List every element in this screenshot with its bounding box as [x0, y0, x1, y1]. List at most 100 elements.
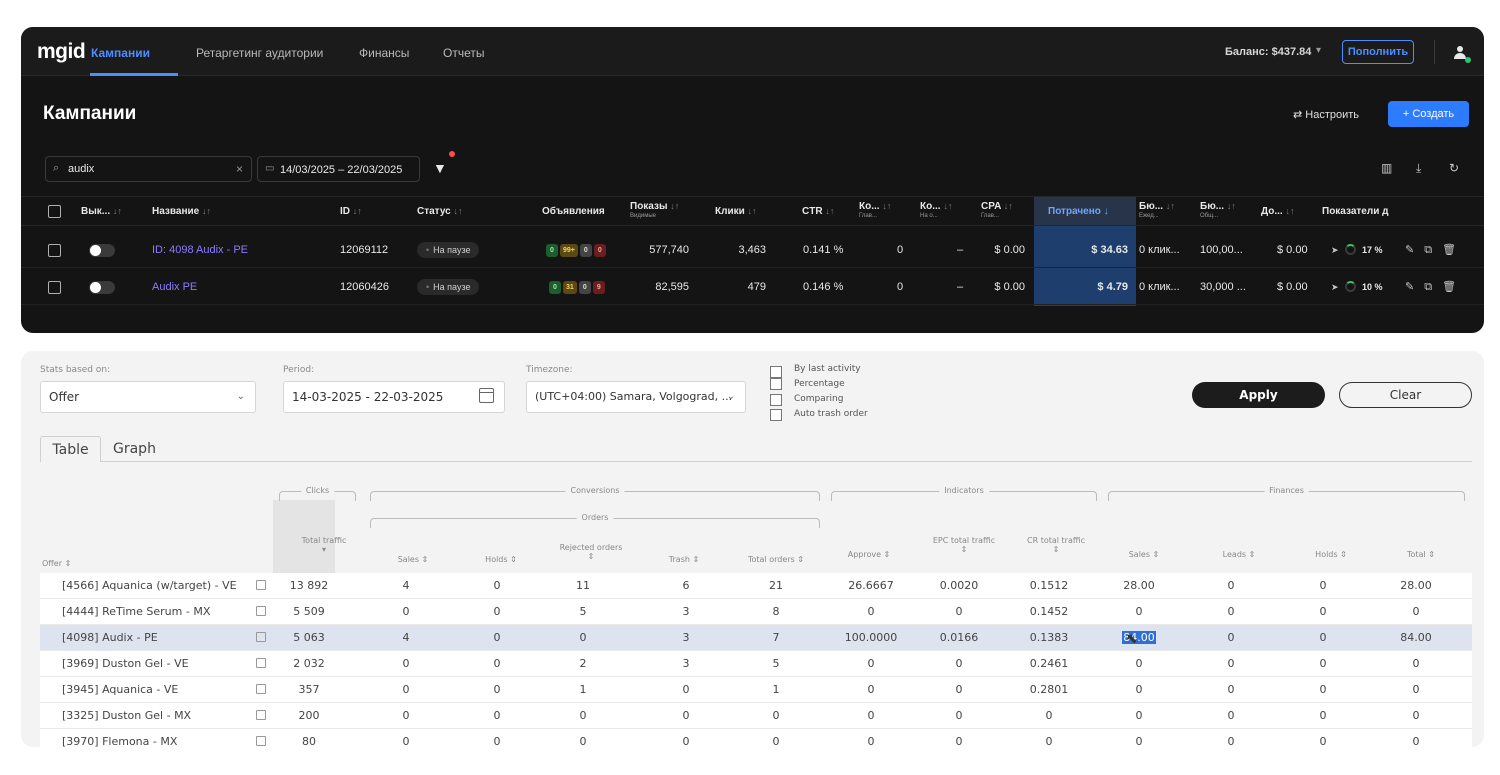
- date-range-picker[interactable]: ▭ 14/03/2025 – 22/03/2025: [257, 156, 420, 182]
- ctr-value: 0.141 %: [803, 244, 844, 256]
- col-impressions[interactable]: Показы ↓↑ Видимые: [630, 201, 679, 219]
- table-row[interactable]: [3945] Aquanica - VE 357 0 0 1 0 1 0 0 0.2801 0 0 0 0: [40, 677, 1472, 703]
- trash-icon[interactable]: 🗑: [1442, 281, 1466, 293]
- nav-retargeting[interactable]: Ретаргетинг аудитории: [196, 46, 323, 60]
- auto-trash-checkbox[interactable]: [770, 409, 782, 421]
- col-holds[interactable]: Holds ⇕: [471, 555, 531, 564]
- col-total-traffic[interactable]: Total traffic ▾: [291, 536, 357, 554]
- row-checkbox[interactable]: [48, 244, 61, 257]
- table-row[interactable]: [3969] Duston Gel - VE 2 032 0 0 2 3 5 0 0 0.2461…: [40, 651, 1472, 677]
- col-offer[interactable]: Offer ⇕: [42, 559, 71, 568]
- col-conversions-other[interactable]: Ко... ↓↑ На о...: [920, 201, 952, 219]
- col-conversions-main[interactable]: Ко... ↓↑ Глав...: [859, 201, 891, 219]
- table-row[interactable]: [4098] Audix - PE 5 063 4 0 0 3 7 100.0000 0.016…: [40, 625, 1472, 651]
- stats-based-select[interactable]: Offer ⌄: [40, 381, 256, 413]
- clicks-value: 479: [747, 281, 766, 293]
- col-ads[interactable]: Объявления: [542, 206, 605, 217]
- col-name[interactable]: Название ↓↑: [152, 206, 211, 217]
- col-trash[interactable]: Trash ⇕: [654, 555, 714, 564]
- tab-table[interactable]: Table: [40, 436, 101, 462]
- create-button[interactable]: + Создать: [1388, 101, 1469, 127]
- apply-button[interactable]: Apply: [1192, 382, 1325, 408]
- col-ctr[interactable]: CTR ↓↑: [802, 206, 834, 217]
- col-rejected-orders[interactable]: Rejected orders ⇕: [551, 543, 631, 561]
- campaign-name-link[interactable]: Audix PE: [152, 281, 197, 293]
- col-total-orders[interactable]: Total orders ⇕: [736, 555, 816, 564]
- col-budget-daily[interactable]: Бю... ↓↑ Ежед...: [1139, 201, 1175, 219]
- campaign-toggle[interactable]: [89, 281, 115, 294]
- refresh-icon[interactable]: ↻: [1449, 161, 1459, 175]
- timezone-label: Timezone:: [526, 365, 573, 375]
- table-row[interactable]: [3970] Flemona - MX 80 0 0 0 0 0 0 0 0 0 0 0 0: [40, 729, 1472, 747]
- select-all-checkbox[interactable]: [48, 205, 61, 218]
- budget-total-value[interactable]: 30,000 ...: [1200, 281, 1246, 293]
- comparing-checkbox[interactable]: [770, 394, 782, 406]
- tab-graph[interactable]: Graph: [113, 436, 156, 462]
- configure-button[interactable]: ⇄ Настроить: [1293, 108, 1359, 121]
- col-epc[interactable]: EPC total traffic ⇕: [924, 536, 1004, 554]
- col-sales[interactable]: Sales ⇕: [383, 555, 443, 564]
- col-spent[interactable]: Потрачено ↓: [1048, 206, 1109, 217]
- budget-daily-value[interactable]: 0 клик...: [1139, 244, 1180, 256]
- campaign-name-link[interactable]: ID: 4098 Audix - PE: [152, 244, 248, 256]
- col-finance-leads[interactable]: Leads ⇕: [1209, 550, 1269, 559]
- period-input[interactable]: 14-03-2025 - 22-03-2025: [283, 381, 505, 413]
- external-link-icon[interactable]: [256, 658, 266, 668]
- external-link-icon[interactable]: [256, 736, 266, 746]
- trash-icon[interactable]: 🗑: [1442, 244, 1466, 256]
- campaign-row[interactable]: Audix PE 12060426 На паузе 03109 82,595 …: [21, 269, 1484, 305]
- chevron-down-icon[interactable]: ▾: [1316, 45, 1321, 56]
- by-last-activity-checkbox[interactable]: [770, 366, 782, 378]
- topup-button[interactable]: Пополнить: [1342, 40, 1414, 64]
- cell-f-leads: 0: [1227, 657, 1235, 670]
- budget-daily-value[interactable]: 0 клик...: [1139, 281, 1180, 293]
- col-approve[interactable]: Approve ⇕: [839, 550, 899, 559]
- ads-counters[interactable]: 0 99+ 0 0: [546, 244, 606, 257]
- budget-total-value[interactable]: 100,00...: [1200, 244, 1243, 256]
- search-input[interactable]: ⌕ audix ×: [45, 156, 252, 182]
- cpa-value: $ 0.00: [994, 244, 1025, 256]
- columns-icon[interactable]: ▥: [1381, 161, 1392, 175]
- external-link-icon[interactable]: [256, 606, 266, 616]
- table-row[interactable]: [4444] ReTime Serum - MX 5 509 0 0 5 3 8 0 0 0.14…: [40, 599, 1472, 625]
- col-enabled[interactable]: Вык... ↓↑: [81, 206, 122, 217]
- col-finance-total[interactable]: Total ⇕: [1391, 550, 1451, 559]
- copy-icon[interactable]: ⧉: [1424, 244, 1442, 256]
- col-cpa[interactable]: CPA ↓↑ Глав...: [981, 201, 1013, 219]
- external-link-icon[interactable]: [256, 580, 266, 590]
- external-link-icon[interactable]: [256, 632, 266, 642]
- mgid-logo[interactable]: mgid: [37, 40, 86, 64]
- filter-icon[interactable]: ▼: [433, 160, 447, 176]
- nav-reports[interactable]: Отчеты: [443, 46, 484, 60]
- campaign-row[interactable]: ID: 4098 Audix - PE 12069112 На паузе 09…: [21, 232, 1484, 268]
- table-row[interactable]: [4566] Aquanica (w/target) - VE 13 892 4 0 1…: [40, 573, 1472, 599]
- col-income[interactable]: До... ↓↑: [1261, 206, 1294, 217]
- nav-campaigns[interactable]: Кампании: [91, 46, 150, 60]
- col-cr[interactable]: CR total traffic ⇕: [1016, 536, 1096, 554]
- col-budget-total[interactable]: Бю... ↓↑ Общ...: [1200, 201, 1236, 219]
- col-finance-holds[interactable]: Holds ⇕: [1301, 550, 1361, 559]
- balance-display[interactable]: Баланс: $437.84: [1225, 46, 1311, 58]
- col-id[interactable]: ID ↓↑: [340, 206, 362, 217]
- close-icon[interactable]: ×: [236, 162, 243, 176]
- external-link-icon[interactable]: [256, 684, 266, 694]
- external-link-icon[interactable]: [256, 710, 266, 720]
- nav-finance[interactable]: Финансы: [359, 46, 409, 60]
- calendar-icon[interactable]: [479, 388, 494, 403]
- clear-button[interactable]: Clear: [1339, 382, 1472, 408]
- ads-counters[interactable]: 0 31 0 9: [549, 281, 605, 294]
- copy-icon[interactable]: ⧉: [1424, 281, 1442, 293]
- table-row[interactable]: [3325] Duston Gel - MX 200 0 0 0 0 0 0 0 0 0 0 0 0: [40, 703, 1472, 729]
- row-checkbox[interactable]: [48, 281, 61, 294]
- col-finance-sales[interactable]: Sales ⇕: [1114, 550, 1174, 559]
- cell-rejected: 0: [579, 735, 587, 747]
- download-icon[interactable]: ⤓: [1416, 161, 1421, 176]
- col-indicators[interactable]: Показатели д: [1322, 206, 1388, 217]
- col-status[interactable]: Статус ↓↑: [417, 206, 462, 217]
- edit-icon[interactable]: ✎: [1405, 281, 1424, 293]
- campaign-toggle[interactable]: [89, 244, 115, 257]
- timezone-select[interactable]: (UTC+04:00) Samara, Volgograd, ... ⌄: [526, 381, 746, 413]
- edit-icon[interactable]: ✎: [1405, 244, 1424, 256]
- col-clicks[interactable]: Клики ↓↑: [715, 206, 757, 217]
- percentage-checkbox[interactable]: [770, 378, 782, 390]
